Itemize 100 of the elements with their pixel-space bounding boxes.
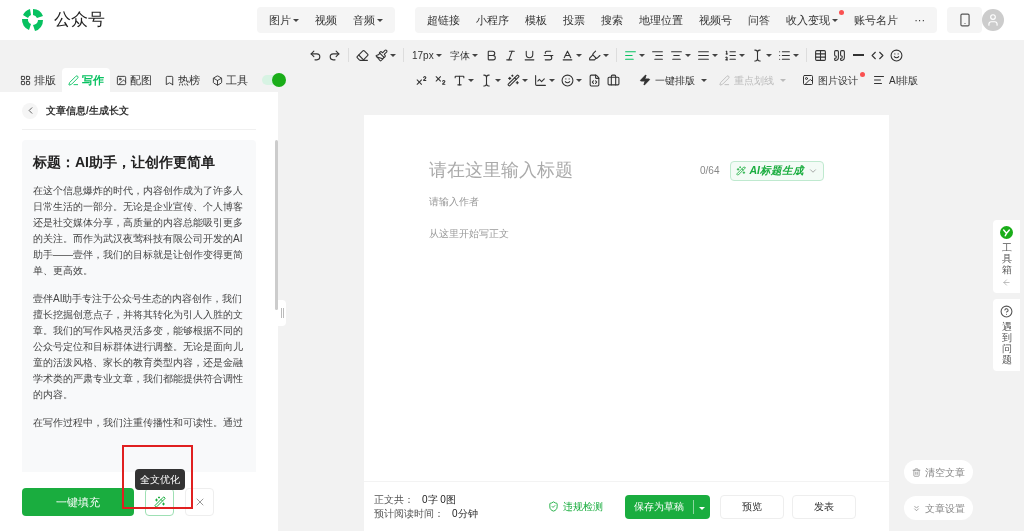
strikethrough-icon bbox=[541, 48, 555, 62]
brand-logo-icon bbox=[20, 7, 46, 33]
menu-item[interactable]: 问答 bbox=[740, 7, 779, 33]
toggle-switch[interactable] bbox=[262, 75, 284, 85]
menu-item[interactable]: 搜索 bbox=[593, 7, 632, 33]
arrow-left-icon bbox=[1002, 278, 1011, 287]
assistant-tab[interactable]: 排版 bbox=[14, 68, 62, 92]
one-click-layout-button[interactable]: 一键排版 bbox=[639, 72, 707, 88]
help-button[interactable]: 遇到问题 bbox=[993, 299, 1020, 371]
trash-icon bbox=[912, 467, 921, 477]
preview-button[interactable]: 预览 bbox=[719, 494, 784, 519]
brand-name: 公众号 bbox=[54, 9, 105, 32]
image-icon bbox=[116, 74, 127, 86]
caret-icon bbox=[638, 53, 645, 57]
pen-icon bbox=[719, 74, 730, 86]
image-icon bbox=[802, 74, 814, 86]
paragraph-spacing-icon bbox=[723, 48, 737, 62]
image-design-button[interactable]: 图片设计 bbox=[802, 72, 858, 88]
emoji-icon bbox=[889, 48, 903, 62]
paint-brush-icon bbox=[375, 48, 388, 62]
toolbox-button[interactable]: 工具箱 bbox=[993, 220, 1020, 293]
highlighter-icon bbox=[587, 48, 601, 62]
caret-icon bbox=[602, 53, 609, 57]
caret-icon bbox=[832, 18, 839, 22]
indent-icon bbox=[650, 48, 664, 62]
text-style-icon bbox=[453, 73, 466, 87]
list-icon bbox=[777, 48, 791, 62]
caret-icon bbox=[435, 53, 442, 57]
menu-item[interactable]: 投票 bbox=[555, 7, 594, 33]
menu-item[interactable]: 视频 bbox=[307, 7, 346, 33]
tooltip: 全文优化 bbox=[135, 469, 185, 490]
title-field[interactable]: 请在这里输入标题 bbox=[429, 157, 701, 184]
caret-icon bbox=[495, 78, 501, 82]
menu-item[interactable]: 视频号 bbox=[691, 7, 741, 33]
box-icon bbox=[212, 74, 223, 86]
article-title: 标题：AI助手，让创作更简单 bbox=[33, 153, 216, 172]
menu-item[interactable]: 图片 bbox=[261, 7, 308, 33]
caret-icon bbox=[471, 53, 478, 57]
eraser-icon bbox=[356, 48, 369, 62]
italic-icon bbox=[503, 48, 517, 62]
lightning-icon bbox=[639, 74, 651, 86]
caret-icon bbox=[293, 18, 300, 22]
caret-icon bbox=[684, 53, 691, 57]
font-color-icon bbox=[560, 48, 574, 62]
align-center-icon bbox=[669, 48, 683, 62]
splitter-handle[interactable] bbox=[278, 300, 286, 326]
caret-icon bbox=[738, 53, 745, 57]
read-time: 0分钟 bbox=[452, 506, 478, 521]
phone-icon bbox=[957, 13, 972, 27]
menu-item[interactable]: ··· bbox=[906, 7, 934, 33]
menu-item[interactable]: 小程序 bbox=[468, 7, 518, 33]
align-left-icon bbox=[623, 48, 637, 62]
menu-item[interactable]: 账号名片 bbox=[846, 7, 907, 33]
redo-icon bbox=[328, 48, 341, 62]
title-counter: 0/64 bbox=[700, 164, 720, 178]
caret-icon bbox=[522, 78, 528, 82]
article-paragraph: 在这个信息爆炸的时代，内容创作成为了许多人日常生活的一部分。无论是企业宣传、个人博客还是社交媒体分享，高质量的内容总能吸引更多的关注。而作为武汉夜莺科技有限公司开发的AI助手——壹伴，我们的目标就是让创作变得更简单、更高效。 bbox=[33, 184, 244, 278]
menu-item[interactable]: 音频 bbox=[345, 7, 392, 33]
annotation-box bbox=[122, 445, 193, 509]
emoji-icon bbox=[561, 73, 574, 87]
superscript-icon bbox=[415, 73, 428, 87]
bookmark-icon bbox=[164, 74, 175, 86]
pen-icon bbox=[68, 74, 79, 86]
caret-icon bbox=[468, 78, 474, 82]
letter-spacing-icon bbox=[480, 73, 493, 87]
menu-item[interactable]: 收入变现 bbox=[778, 7, 847, 33]
menu-item[interactable]: 超链接 bbox=[419, 7, 469, 33]
article-paragraph: 在写作过程中，我们注重传播性和可读性。通过 bbox=[33, 416, 244, 430]
author-field[interactable]: 请输入作者 bbox=[429, 194, 824, 209]
word-count-label: 正文共： bbox=[374, 492, 414, 507]
menu-item[interactable]: 模板 bbox=[517, 7, 556, 33]
text-layout-icon bbox=[873, 74, 885, 86]
caret-icon bbox=[765, 53, 772, 57]
close-button[interactable] bbox=[185, 488, 214, 516]
magic-wand-icon bbox=[153, 496, 166, 508]
side-action-button[interactable]: 清空文章 bbox=[904, 460, 973, 484]
quote-icon bbox=[832, 48, 846, 62]
assistant-tab[interactable]: 热榜 bbox=[158, 68, 206, 92]
assistant-tab[interactable]: 工具 bbox=[206, 68, 254, 92]
body-field[interactable]: 从这里开始写正文 bbox=[429, 226, 824, 241]
caret-icon bbox=[377, 18, 384, 22]
user-icon bbox=[986, 13, 1001, 27]
publish-button[interactable]: 发表 bbox=[791, 494, 856, 519]
ai-layout-button[interactable]: AI排版 bbox=[873, 72, 919, 88]
subscript-icon bbox=[434, 73, 447, 87]
side-action-button[interactable]: 文章设置 bbox=[904, 496, 973, 520]
assistant-logo-icon bbox=[1000, 226, 1013, 239]
chart-icon bbox=[534, 73, 547, 87]
chevrons-down-icon bbox=[912, 503, 921, 513]
assistant-tab[interactable]: 配图 bbox=[110, 68, 158, 92]
font-family-dropdown[interactable]: 字体 bbox=[445, 47, 482, 63]
font-size-dropdown[interactable]: 17px bbox=[408, 47, 446, 63]
read-time-label: 预计阅读时间： bbox=[374, 506, 444, 521]
mobile-preview-button[interactable] bbox=[947, 7, 983, 33]
briefcase-icon bbox=[607, 73, 620, 87]
breadcrumb: 文章信息/生成长文 bbox=[46, 104, 129, 118]
undo-icon bbox=[309, 48, 322, 62]
underline-icon bbox=[522, 48, 536, 62]
magic-wand-icon bbox=[735, 165, 746, 176]
menu-item[interactable]: 地理位置 bbox=[631, 7, 692, 33]
